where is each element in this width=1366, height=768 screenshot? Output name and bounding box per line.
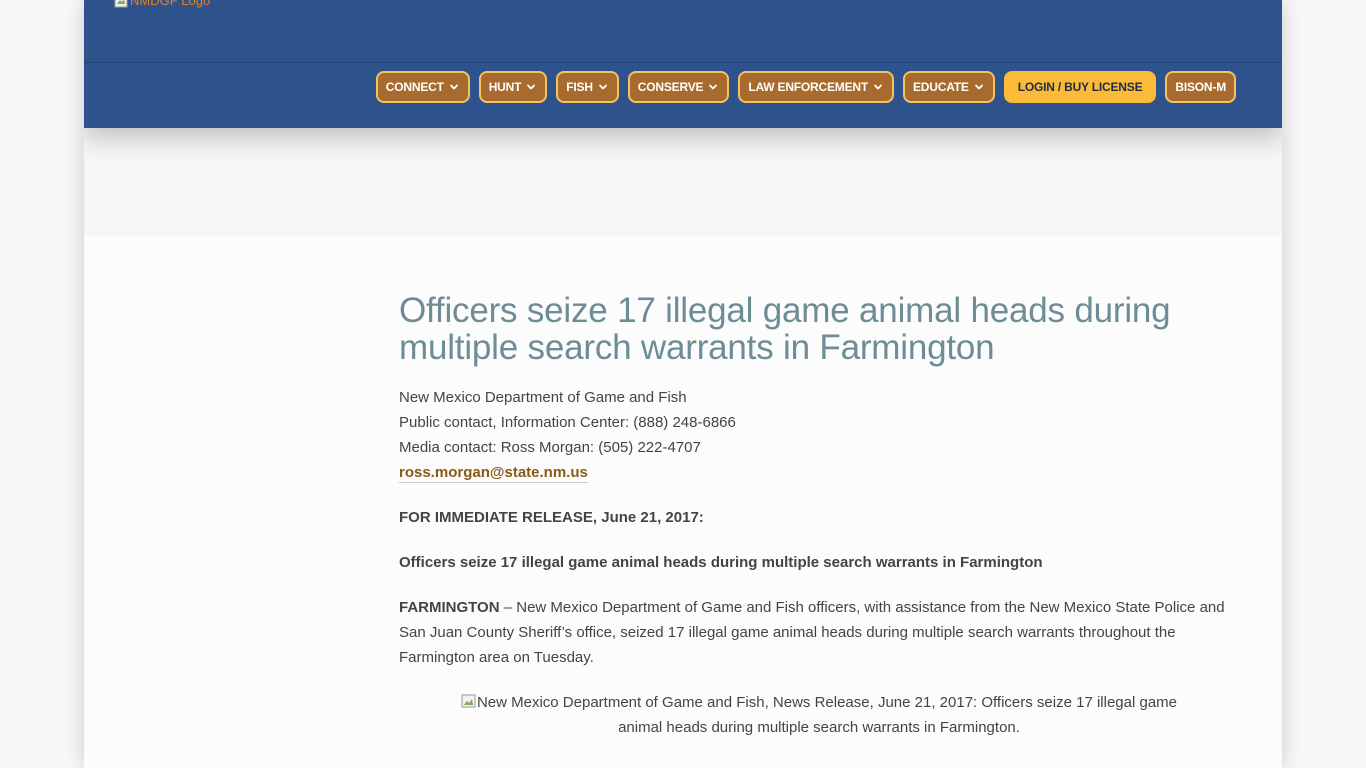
article-title: Officers seize 17 illegal game animal he… — [399, 291, 1171, 367]
nav-hunt[interactable]: HUNT — [478, 71, 548, 103]
nav-connect[interactable]: CONNECT — [375, 71, 470, 103]
main-nav: CONNECT HUNT FISH CONSERVE LAW ENFORCEME… — [375, 71, 1236, 103]
broken-image-icon — [461, 694, 477, 708]
body-text: – New Mexico Department of Game and Fish… — [399, 599, 1225, 666]
article-body: FARMINGTON – New Mexico Department of Ga… — [399, 595, 1239, 670]
hero-band — [84, 128, 1282, 236]
login-buy-license-button[interactable]: LOGIN / BUY LICENSE — [1003, 71, 1157, 103]
nav-label: FISH — [566, 80, 593, 94]
nav-bison-m[interactable]: BISON-M — [1165, 71, 1236, 103]
article-subtitle: Officers seize 17 illegal game animal he… — [399, 554, 1043, 571]
nav-label: EDUCATE — [913, 80, 969, 94]
nav-label: CONSERVE — [637, 80, 704, 94]
nav-label: BISON-M — [1175, 80, 1226, 94]
chevron-down-icon — [597, 81, 609, 93]
nav-label: HUNT — [488, 80, 522, 94]
chevron-down-icon — [973, 81, 985, 93]
nav-fish[interactable]: FISH — [556, 71, 619, 103]
nav-conserve[interactable]: CONSERVE — [627, 71, 730, 103]
release-line: FOR IMMEDIATE RELEASE, June 21, 2017: — [399, 509, 704, 526]
article-image: New Mexico Department of Game and Fish, … — [399, 690, 1239, 740]
page-container: NMDGF Logo CONNECT HUNT FISH CONSERVE LA… — [84, 0, 1282, 768]
nav-label: LAW ENFORCEMENT — [748, 80, 868, 94]
contact-public: Public contact, Information Center: (888… — [399, 414, 736, 431]
contact-org: New Mexico Department of Game and Fish — [399, 389, 687, 406]
nav-label: LOGIN / BUY LICENSE — [1017, 80, 1143, 94]
nav-law-enforcement[interactable]: LAW ENFORCEMENT — [738, 71, 894, 103]
chevron-down-icon — [448, 81, 460, 93]
contact-media: Media contact: Ross Morgan: (505) 222-47… — [399, 439, 701, 456]
header-top-bar: NMDGF Logo — [84, 0, 1282, 63]
article-content: Officers seize 17 illegal game animal he… — [399, 292, 1239, 740]
dateline: FARMINGTON — [399, 599, 500, 616]
image-alt-text: New Mexico Department of Game and Fish, … — [476, 694, 1178, 736]
contact-email-link[interactable]: ross.morgan@state.nm.us — [399, 464, 588, 483]
site-logo-link[interactable]: NMDGF Logo — [114, 0, 210, 8]
site-header: NMDGF Logo CONNECT HUNT FISH CONSERVE LA… — [84, 0, 1282, 128]
site-logo-alt-text: NMDGF Logo — [130, 0, 211, 8]
chevron-down-icon — [707, 81, 719, 93]
chevron-down-icon — [872, 81, 884, 93]
contact-block: New Mexico Department of Game and Fish P… — [399, 385, 1239, 485]
nav-educate[interactable]: EDUCATE — [903, 71, 995, 103]
broken-image-icon — [114, 0, 128, 8]
chevron-down-icon — [525, 81, 537, 93]
nav-label: CONNECT — [385, 80, 444, 94]
